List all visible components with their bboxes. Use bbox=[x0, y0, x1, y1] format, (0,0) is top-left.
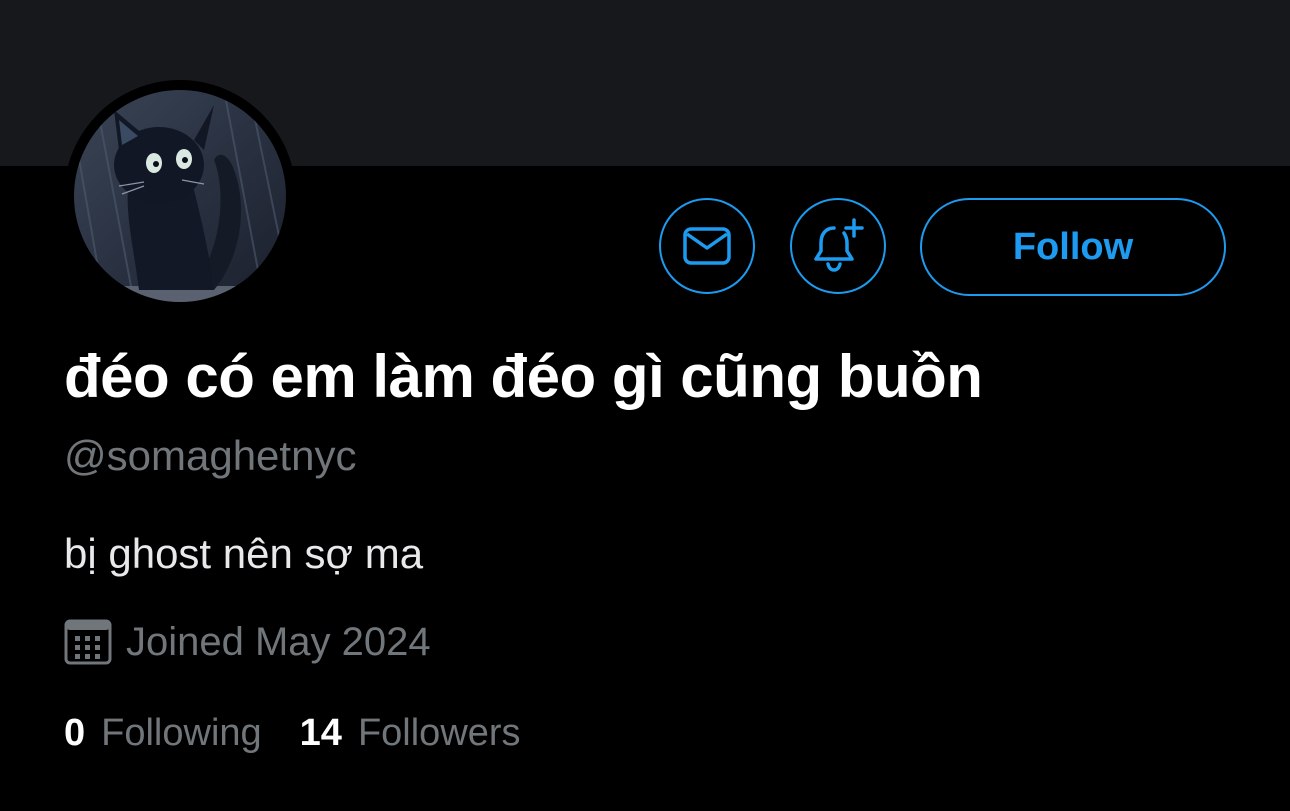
followers-link[interactable]: 14 Followers bbox=[300, 712, 521, 755]
following-link[interactable]: 0 Following bbox=[64, 712, 262, 755]
mail-icon bbox=[683, 227, 731, 265]
join-date: Joined May 2024 bbox=[64, 616, 431, 668]
profile-page: Follow đéo có em làm đéo gì cũng buồn @s… bbox=[0, 0, 1290, 811]
follow-button[interactable]: Follow bbox=[920, 198, 1226, 296]
followers-label: Followers bbox=[357, 712, 521, 754]
black-cat-avatar-icon bbox=[74, 90, 286, 302]
following-count: 0 bbox=[64, 712, 86, 754]
profile-stats: 0 Following 14 Followers bbox=[64, 712, 521, 755]
user-handle: @somaghetnyc bbox=[64, 432, 357, 479]
join-date-text: Joined May 2024 bbox=[126, 619, 431, 664]
notifications-button[interactable] bbox=[790, 198, 886, 294]
avatar[interactable] bbox=[64, 80, 296, 312]
bell-plus-icon bbox=[814, 218, 864, 272]
profile-bio: bị ghost nên sợ ma bbox=[64, 530, 424, 577]
display-name: đéo có em làm đéo gì cũng buồn bbox=[64, 343, 983, 410]
calendar-icon bbox=[64, 619, 112, 665]
message-button[interactable] bbox=[659, 198, 755, 294]
followers-count: 14 bbox=[299, 712, 342, 754]
following-label: Following bbox=[101, 712, 262, 754]
